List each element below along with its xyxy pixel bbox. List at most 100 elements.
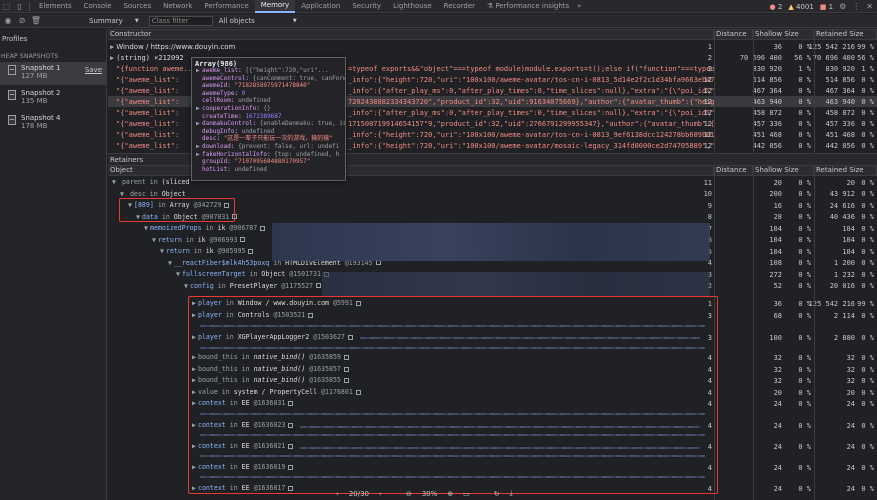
- retained-size-cell: 24: [846, 421, 855, 430]
- property-key: awemeControl: [202, 74, 246, 82]
- column-header[interactable]: Constructor: [108, 29, 714, 40]
- zoom-level: 30%: [421, 489, 438, 498]
- collect-garbage-icon[interactable]: 🗑: [30, 14, 42, 28]
- tooltip-property[interactable]: awemeId: "7182858975971478840": [192, 82, 345, 90]
- tooltip-property[interactable]: awemeType: 0: [192, 90, 345, 98]
- error-counter[interactable]: ● 2: [770, 3, 783, 11]
- snapshot-name: Snapshot 2: [21, 89, 61, 97]
- tab-sources[interactable]: Sources: [117, 0, 157, 13]
- expand-arrow-icon[interactable]: ▶: [110, 54, 114, 62]
- tooltip-property[interactable]: hotList: undefined: [192, 166, 345, 174]
- snapshot-size: 135 MB: [21, 97, 48, 105]
- tooltip-property[interactable]: desc: "这是一辈子只能玩一次的游戏，输的输": [192, 135, 345, 143]
- snapshot-item[interactable]: Snapshot 4 178 MB: [0, 112, 106, 135]
- more-options-icon[interactable]: ⋮: [852, 2, 860, 11]
- retained-size-cell: 467 364: [825, 86, 855, 95]
- expand-arrow-icon[interactable]: ▶: [110, 43, 114, 51]
- tab-application[interactable]: Application: [295, 0, 346, 13]
- shallow-size-cell: 458 872: [752, 108, 782, 117]
- retained-size-cell: 2 880: [833, 333, 855, 342]
- more-tabs-icon[interactable]: »: [577, 2, 581, 10]
- clear-icon[interactable]: ⊘: [16, 14, 28, 28]
- constructor-label: "{"aweme_list":: [116, 86, 180, 95]
- property-value: "7107095684880170957": [234, 158, 311, 166]
- snapshot-icon: [8, 115, 16, 125]
- rotate-icon[interactable]: ↻: [494, 490, 500, 498]
- retained-percent-cell: 0 %: [861, 282, 874, 290]
- retained-size-cell: 457 336: [825, 119, 855, 128]
- column-header[interactable]: Distance: [714, 165, 753, 176]
- profiles-sidebar: Profiles HEAP SNAPSHOTS Snapshot 1 127 MB…: [0, 29, 107, 500]
- tooltip-property[interactable]: ▶ download: {prevent: false, url: undefi: [192, 143, 345, 151]
- class-filter-input[interactable]: Class filter: [148, 15, 213, 26]
- tab-lighthouse[interactable]: Lighthouse: [387, 0, 438, 13]
- tooltip-property[interactable]: cellRoom: undefined: [192, 97, 345, 105]
- retained-percent-cell: 99 %: [857, 299, 874, 308]
- record-icon[interactable]: ◉: [2, 14, 14, 28]
- property-key: groupId: [202, 158, 228, 166]
- retained-size-cell: 24: [846, 484, 855, 493]
- tab-network[interactable]: Network: [157, 0, 198, 13]
- screenshot-viewer-bar: ‹ 20/30 › ⊖ 30% ⊕ ▭ ↻ ⤓: [256, 487, 556, 500]
- snapshot-size: 127 MB: [21, 72, 48, 80]
- constructor-row[interactable]: ▶ Window / https://www.douyin.com 1 36 0 % 12…: [108, 41, 877, 52]
- column-header[interactable]: Distance: [714, 29, 753, 40]
- column-header[interactable]: Shallow Size: [753, 29, 814, 40]
- tooltip-property[interactable]: ▶ danmakuControl: {enableDanmaku: true, i…: [192, 120, 345, 128]
- tab-console[interactable]: Console: [78, 0, 118, 13]
- shallow-size-cell: 52: [773, 282, 782, 290]
- tab-security[interactable]: Security: [346, 0, 387, 13]
- close-devtools-icon[interactable]: ✕: [866, 2, 873, 11]
- settings-gear-icon[interactable]: ⚙: [839, 2, 846, 11]
- objects-select[interactable]: All objects ▼: [219, 17, 297, 25]
- tab-performance[interactable]: Performance: [198, 0, 254, 13]
- tooltip-property[interactable]: ▶ fakeHorizontalInfo: {top: undefined, h: [192, 151, 345, 159]
- prev-page-icon[interactable]: ‹: [336, 490, 339, 498]
- tab-recorder[interactable]: Recorder: [438, 0, 481, 13]
- save-snapshot-link[interactable]: Save: [85, 66, 102, 74]
- zoom-in-icon[interactable]: ⊕: [447, 490, 453, 498]
- shallow-percent-cell: 0 %: [798, 333, 811, 342]
- chevron-down-icon: ▼: [292, 17, 297, 24]
- download-icon[interactable]: ⤓: [510, 489, 513, 498]
- tooltip-property[interactable]: awemeControl: {canComment: true, canForw…: [192, 75, 345, 83]
- shallow-percent-cell: 0 %: [798, 97, 811, 106]
- tab-performance-insights[interactable]: ⚗ Performance insights: [481, 0, 575, 13]
- property-value: {}: [263, 104, 271, 112]
- zoom-out-icon[interactable]: ⊖: [406, 490, 412, 498]
- shallow-percent-cell: 0 %: [798, 236, 811, 244]
- snapshot-icon: [8, 90, 16, 100]
- tooltip-property[interactable]: ▶ cooperationInfo: {}: [192, 105, 345, 113]
- property-separator: :: [252, 120, 260, 128]
- snapshot-item[interactable]: Snapshot 2 135 MB: [0, 87, 106, 110]
- column-header[interactable]: Retained Size: [814, 29, 877, 40]
- device-toolbar-icon[interactable]: ▯: [13, 0, 26, 13]
- retained-percent-cell: 0 %: [861, 213, 874, 221]
- tooltip-property[interactable]: ▶ aweme_list: [{"height":720,"uri"...: [192, 67, 345, 75]
- shallow-size-cell: 24: [773, 442, 782, 451]
- view-select[interactable]: Summary ▼: [89, 17, 139, 25]
- column-header[interactable]: Retained Size: [814, 165, 877, 176]
- issues-counter[interactable]: ■ 1: [820, 3, 833, 11]
- inspect-element-icon[interactable]: ⬚: [0, 0, 13, 13]
- shallow-percent-cell: 0 %: [798, 311, 811, 320]
- retained-percent-cell: 0 %: [861, 484, 874, 493]
- snapshot-size: 178 MB: [21, 122, 48, 130]
- distance-cell: 11: [703, 178, 712, 187]
- fit-screen-icon[interactable]: ▭: [463, 490, 470, 498]
- snapshot-name: Snapshot 1: [21, 64, 61, 72]
- shallow-size-cell: 36: [773, 299, 782, 308]
- retained-size-cell: 830 920: [825, 64, 855, 73]
- retained-size-cell: 32: [846, 376, 855, 385]
- constructor-label: "{function aweme...: [116, 64, 197, 73]
- tooltip-property[interactable]: groupId: "7107095684880170957": [192, 158, 345, 166]
- warning-counter[interactable]: ▲ 4001: [788, 3, 813, 11]
- tab-elements[interactable]: Elements: [33, 0, 78, 13]
- tab-memory[interactable]: Memory: [254, 0, 296, 13]
- constructor-label: (string) ×212092: [116, 53, 184, 62]
- next-page-icon[interactable]: ›: [379, 490, 382, 498]
- snapshot-item[interactable]: Snapshot 1 127 MB Save: [0, 62, 106, 85]
- tooltip-property[interactable]: createTime: 1672389687: [192, 113, 345, 121]
- column-header[interactable]: Shallow Size: [753, 165, 814, 176]
- retained-size-cell: 451 468: [825, 130, 855, 139]
